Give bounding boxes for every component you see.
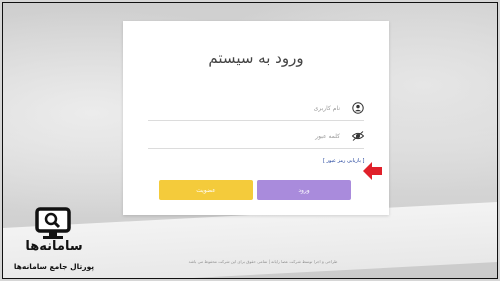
logo-subtitle: پورتال جامع سامانه‌ها — [13, 262, 95, 271]
user-icon — [352, 102, 364, 114]
page-background: ورود به سیستم [ بازیابی رمز عبور ] ورود … — [2, 2, 498, 279]
login-title: ورود به سیستم — [208, 49, 304, 67]
password-input[interactable] — [148, 125, 348, 147]
eye-icon[interactable] — [352, 130, 364, 142]
forgot-password-link[interactable]: [ بازیابی رمز عبور ] — [323, 158, 364, 164]
footer-copyright: طراحی و اجرا توسط شرکت عصا رایانه | تمام… — [188, 259, 338, 264]
signup-button[interactable]: عضویت — [159, 180, 253, 200]
login-card: ورود به سیستم [ بازیابی رمز عبور ] ورود … — [123, 21, 389, 215]
username-input[interactable] — [148, 97, 348, 119]
login-button[interactable]: ورود — [257, 180, 351, 200]
monitor-search-icon — [35, 207, 71, 239]
logo-title: سامانه‌ها — [25, 239, 83, 254]
portal-logo: سامانه‌ها پورتال جامع سامانه‌ها — [11, 207, 97, 278]
password-field — [148, 125, 364, 149]
red-arrow-icon — [363, 162, 382, 180]
username-field — [148, 97, 364, 121]
